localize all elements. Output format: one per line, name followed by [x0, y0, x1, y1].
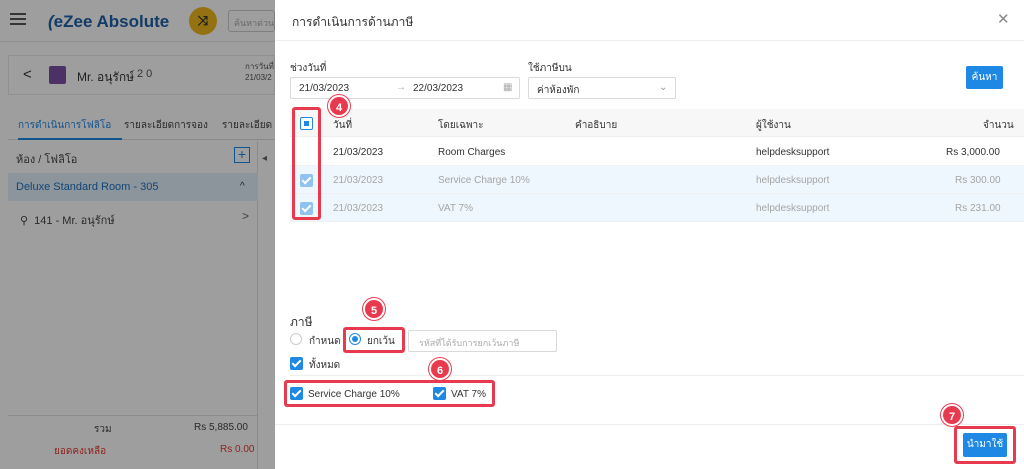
step-badge: 6 [429, 358, 451, 380]
row-amount: Rs 3,000.00 [946, 147, 1000, 158]
date-range-field[interactable]: 21/03/2023 → 22/03/2023 ▦ [290, 77, 520, 99]
row-date: 21/03/2023 [333, 175, 384, 186]
row-user: helpdesksupport [756, 175, 830, 186]
apply-on-label: ใช้ภาษีบน [528, 63, 572, 74]
date-from[interactable]: 21/03/2023 [299, 83, 349, 94]
arrow-right-icon: → [396, 82, 406, 93]
date-to[interactable]: 22/03/2023 [413, 83, 463, 94]
step-badge: 5 [363, 298, 385, 320]
table-header: วันที่ โดยเฉพาะ คำอธิบาย ผู้ใช้งาน จำนวน [290, 109, 1024, 137]
divider [275, 40, 1024, 41]
row-specific: Room Charges [438, 147, 506, 158]
dialog-title: การดำเนินการด้านภาษี [292, 15, 414, 29]
radio-define[interactable] [290, 333, 302, 345]
step-badge: 4 [328, 95, 350, 117]
exempt-code-placeholder: รหัสที่ได้รับการยกเว้นภาษี [419, 338, 520, 348]
highlight-apply [954, 426, 1016, 464]
table-row[interactable]: 21/03/2023 Service Charge 10% helpdesksu… [290, 166, 1024, 194]
col-description: คำอธิบาย [575, 120, 618, 131]
col-user: ผู้ใช้งาน [756, 120, 791, 131]
row-specific: Service Charge 10% [438, 175, 530, 186]
calendar-icon[interactable]: ▦ [503, 82, 512, 93]
tax-operation-dialog: การดำเนินการด้านภาษี ✕ ช่วงวันที่ 21/03/… [275, 0, 1024, 469]
row-user: helpdesksupport [756, 203, 830, 214]
row-date: 21/03/2023 [333, 147, 384, 158]
col-specific: โดยเฉพาะ [438, 120, 484, 131]
apply-on-select[interactable]: ค่าห้องพัก ⌄ [528, 77, 676, 99]
search-button[interactable]: ค้นหา [966, 66, 1003, 89]
highlight-exempt [343, 327, 405, 353]
row-date: 21/03/2023 [333, 203, 384, 214]
row-amount: Rs 231.00 [955, 203, 1001, 214]
row-amount: Rs 300.00 [955, 175, 1001, 186]
exempt-code-input[interactable]: รหัสที่ได้รับการยกเว้นภาษี [408, 330, 557, 352]
modal-backdrop[interactable] [0, 0, 275, 469]
apply-on-value: ค่าห้องพัก [537, 85, 580, 96]
table-row[interactable]: 21/03/2023 Room Charges helpdesksupport … [290, 138, 1024, 166]
all-taxes-checkbox[interactable] [290, 357, 303, 370]
radio-define-label: กำหนด [309, 336, 341, 347]
date-range-label: ช่วงวันที่ [290, 63, 327, 74]
highlight-checkbox-column [292, 107, 321, 220]
divider [290, 375, 1024, 376]
all-taxes-label: ทั้งหมด [309, 360, 341, 371]
row-user: helpdesksupport [756, 147, 830, 158]
close-icon[interactable]: ✕ [997, 10, 1010, 28]
highlight-tax-options [284, 380, 495, 407]
table-row[interactable]: 21/03/2023 VAT 7% helpdesksupport Rs 231… [290, 194, 1024, 222]
chevron-down-icon[interactable]: ⌄ [659, 82, 667, 93]
col-date: วันที่ [333, 120, 353, 131]
divider [275, 424, 1024, 425]
col-amount: จำนวน [983, 120, 1014, 131]
step-badge: 7 [941, 404, 963, 426]
row-specific: VAT 7% [438, 203, 474, 214]
tax-label: ภาษี [290, 315, 313, 329]
